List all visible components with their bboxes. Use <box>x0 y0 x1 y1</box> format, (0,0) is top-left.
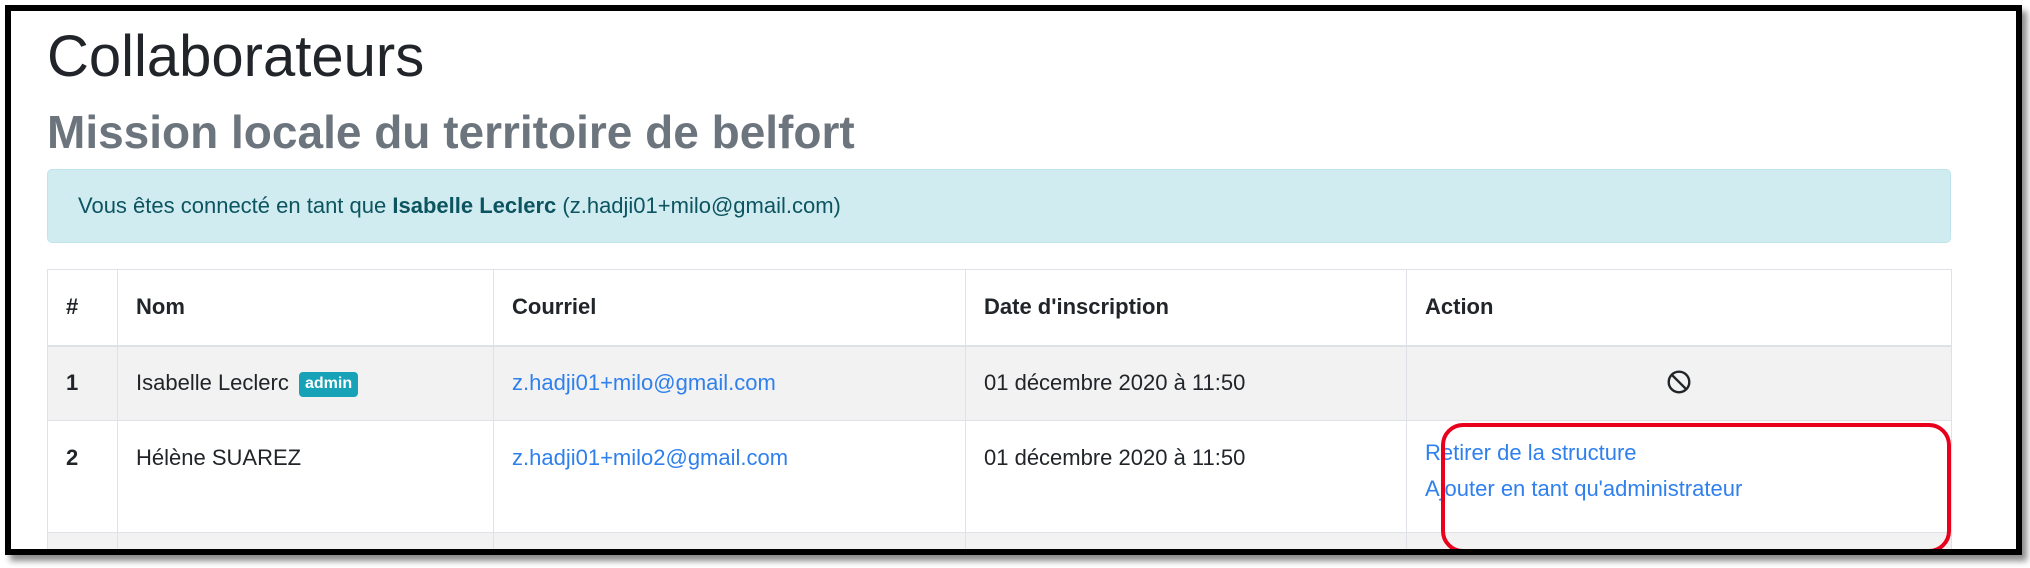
column-header-action: Action <box>1406 269 1952 347</box>
remove-from-structure-link[interactable]: Retirer de la structure <box>1425 435 1933 471</box>
screenshot-frame: Collaborateurs Mission locale du territo… <box>5 5 2022 555</box>
collaborators-table: # Nom Courriel Date d'inscription Action… <box>47 269 1952 549</box>
column-header-name: Nom <box>117 269 494 347</box>
row-name: Isabelle Leclerc <box>136 369 289 395</box>
make-admin-link[interactable]: Ajouter en tant qu'administrateur <box>1425 471 1933 507</box>
row-date: 01 décembre 2020 à 11:50 <box>965 420 1407 533</box>
table-cell <box>47 532 118 549</box>
alert-user-name: Isabelle Leclerc <box>392 193 557 218</box>
row-date: 01 décembre 2020 à 11:50 <box>965 345 1407 421</box>
column-header-number: # <box>47 269 118 347</box>
table-cell <box>493 532 966 549</box>
email-link[interactable]: z.hadji01+milo@gmail.com <box>512 370 776 395</box>
table-row <box>47 532 1952 549</box>
row-name: Hélène SUAREZ <box>117 420 494 533</box>
row-action-cell <box>1406 345 1952 421</box>
page-subtitle: Mission locale du territoire de belfort <box>47 106 855 158</box>
table-cell <box>1406 532 1952 549</box>
admin-badge: admin <box>299 371 359 397</box>
column-header-email: Courriel <box>493 269 966 347</box>
row-action-cell: Retirer de la structure Ajouter en tant … <box>1406 420 1952 533</box>
alert-prefix: Vous êtes connecté en tant que <box>78 193 387 218</box>
table-cell <box>117 532 494 549</box>
table-cell <box>965 532 1407 549</box>
email-link[interactable]: z.hadji01+milo2@gmail.com <box>512 445 788 470</box>
table-row: 1 Isabelle Leclerc admin z.hadji01+milo@… <box>47 345 1952 421</box>
row-email-cell: z.hadji01+milo@gmail.com <box>493 345 966 421</box>
alert-user-email: (z.hadji01+milo@gmail.com) <box>562 193 841 218</box>
column-header-date: Date d'inscription <box>965 269 1407 347</box>
table-header-row: # Nom Courriel Date d'inscription Action <box>47 269 1952 347</box>
row-number: 2 <box>47 420 118 533</box>
table-row: 2 Hélène SUAREZ z.hadji01+milo2@gmail.co… <box>47 420 1952 533</box>
page-title: Collaborateurs <box>47 24 425 89</box>
row-name-cell: Isabelle Leclerc admin <box>117 345 494 421</box>
logged-in-alert: Vous êtes connecté en tant que Isabelle … <box>47 169 1951 243</box>
row-number: 1 <box>47 345 118 421</box>
row-email-cell: z.hadji01+milo2@gmail.com <box>493 420 966 533</box>
ban-icon <box>1667 370 1691 394</box>
